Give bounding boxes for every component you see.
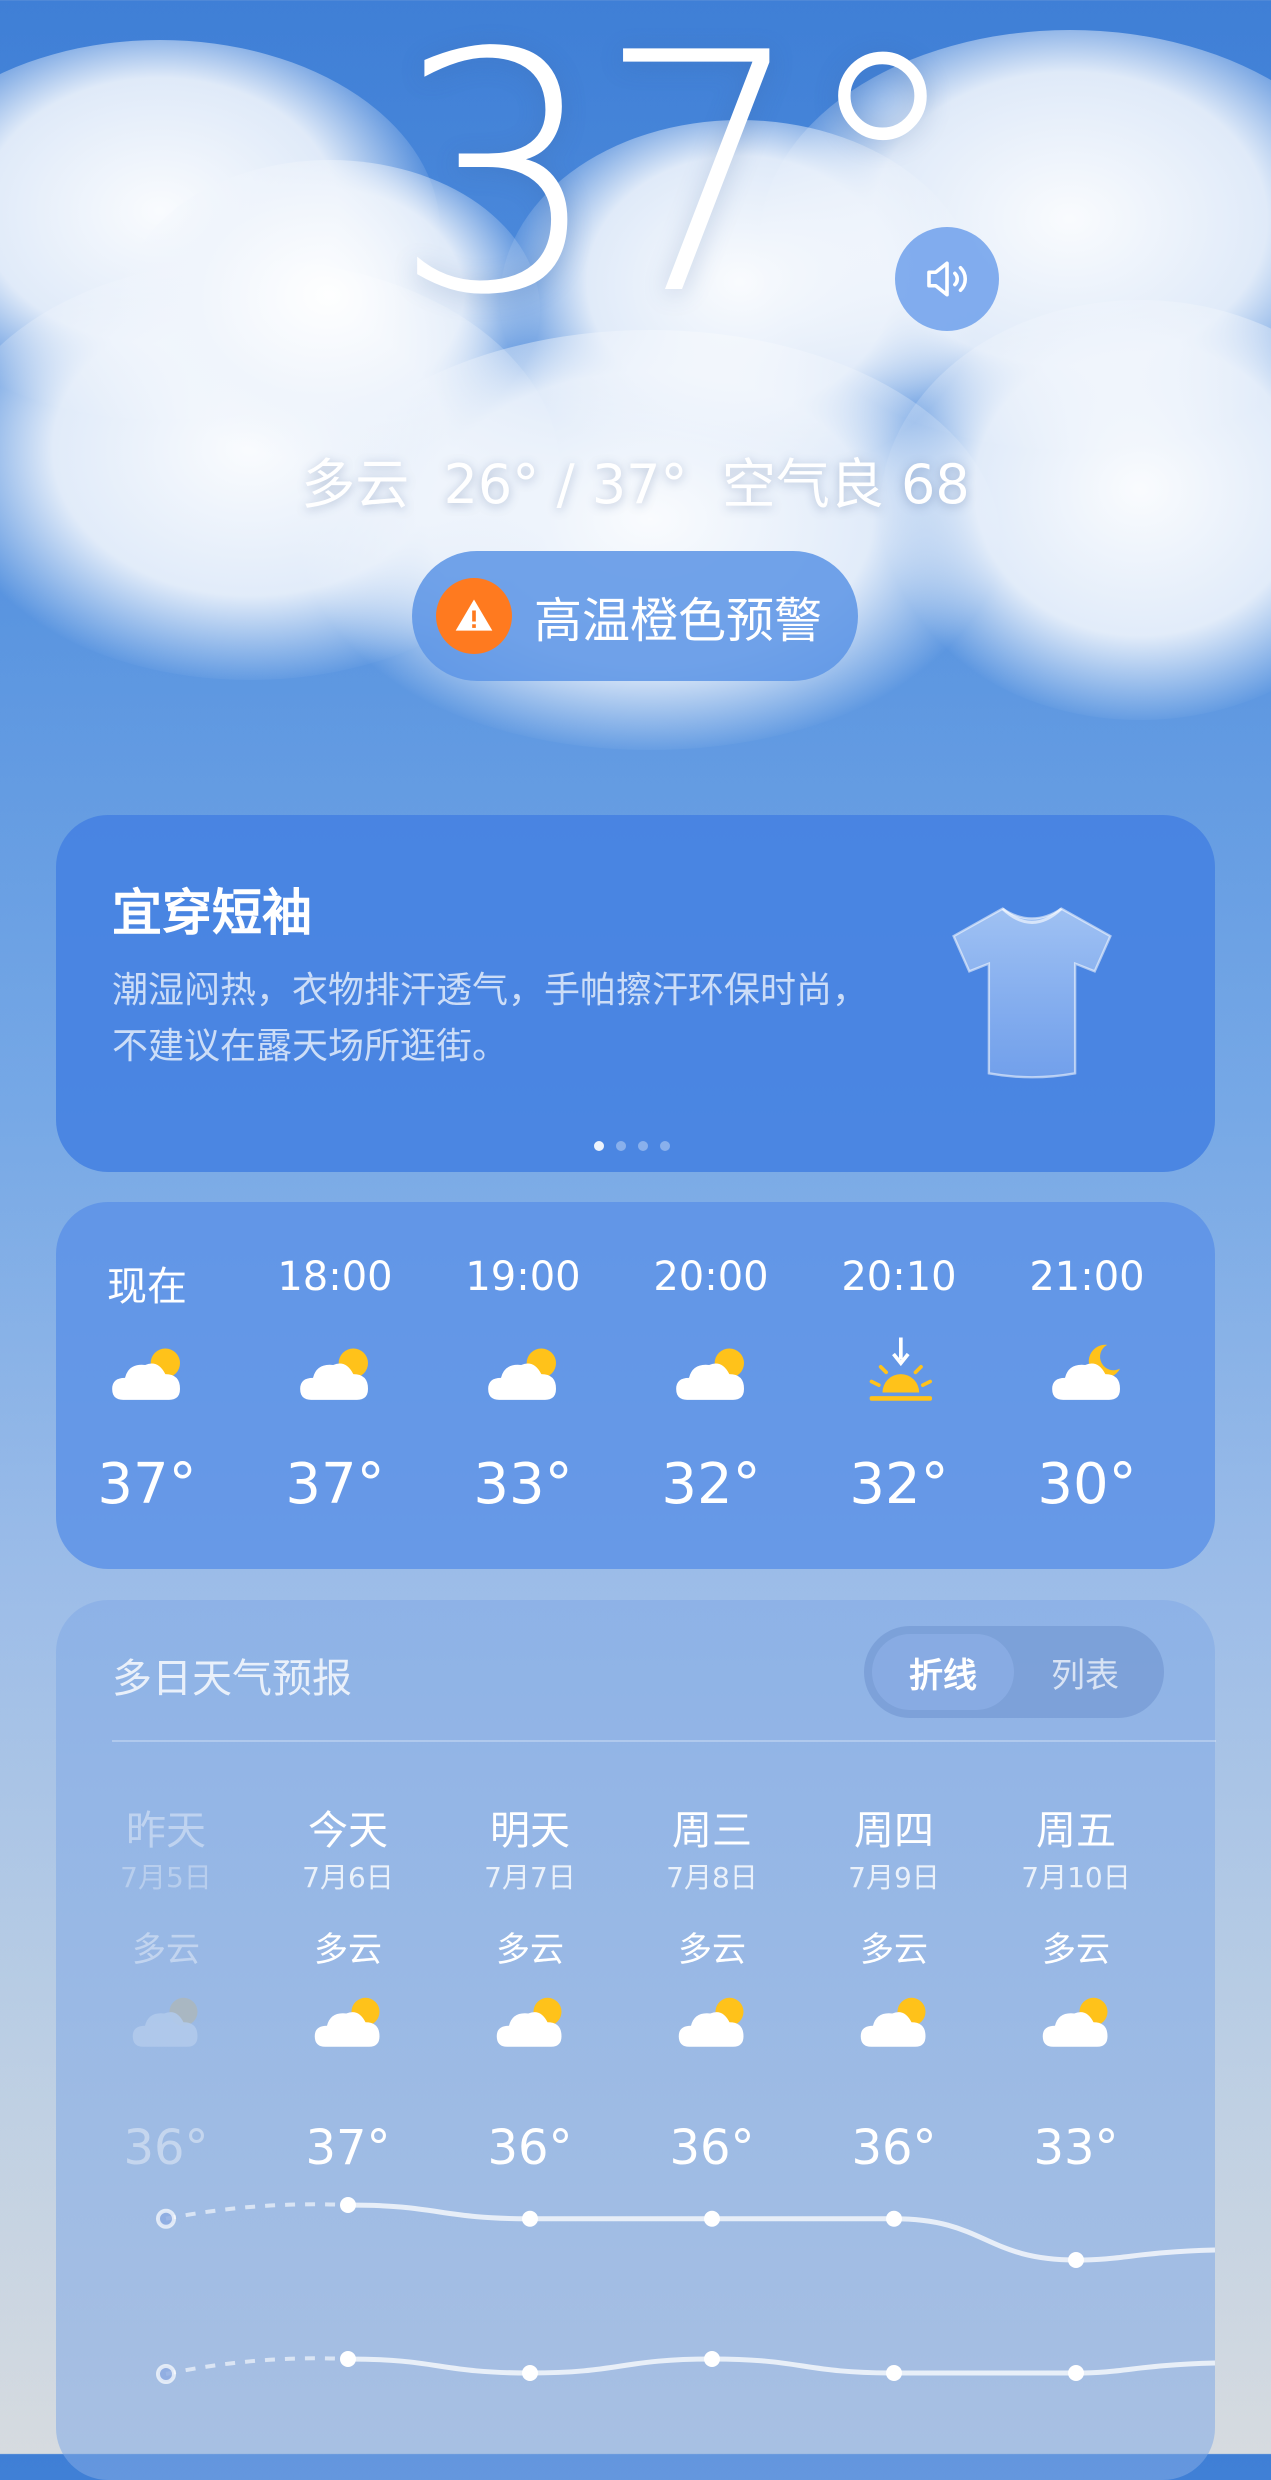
hourly-time: 21:00 <box>1029 1254 1145 1300</box>
low-temperature-point <box>340 2351 356 2367</box>
hourly-temperature: 30° <box>1037 1452 1137 1517</box>
cloudy-sun-icon <box>103 1332 191 1424</box>
weather-summary[interactable]: 多云 26° / 37° 空气良 68 <box>0 440 1271 519</box>
high-temperature-point <box>1068 2252 1084 2268</box>
carousel-dot <box>616 1141 626 1151</box>
hourly-time: 20:10 <box>841 1254 957 1300</box>
sunset-icon <box>855 1332 943 1424</box>
hourly-temperature: 32° <box>849 1452 949 1517</box>
cloudy-sun-icon <box>479 1332 567 1424</box>
high-temperature-point <box>340 2197 356 2213</box>
high-temperature-point <box>886 2210 902 2227</box>
clothing-suggestion-card[interactable]: 宜穿短袖 潮湿闷热，衣物排汗透气，手帕擦汗环保时尚，不建议在露天场所逛街。 <box>56 815 1215 1172</box>
carousel-dot <box>638 1141 648 1151</box>
hourly-time: 现在 <box>107 1264 187 1310</box>
cloudy-sun-icon <box>291 1332 379 1424</box>
hourly-time: 20:00 <box>653 1254 769 1300</box>
high-temperature-past-segment <box>165 2202 349 2221</box>
alert-label: 高温橙色预警 <box>534 593 823 649</box>
hourly-temperature: 37° <box>285 1452 385 1517</box>
hourly-temperature: 32° <box>661 1452 761 1517</box>
speaker-icon <box>927 261 968 297</box>
high-temperature-point <box>156 2208 176 2229</box>
low-temperature-point <box>1068 2365 1084 2381</box>
carousel-dot <box>594 1141 604 1151</box>
hourly-forecast-card[interactable]: 现在 37° 18:00 37° 19:00 33° 20:00 32° 20:10 32° 21:… <box>56 1202 1215 1569</box>
cloudy-moon-icon <box>1043 1332 1131 1424</box>
carousel-dot <box>660 1141 670 1151</box>
daily-forecast-card[interactable]: 多日天气预报 折线 列表 昨天 7月5日 多云 36° 今天 7月6日 多云 37° 明天 7月7… <box>56 1600 1216 2480</box>
clothing-title: 宜穿短袖 <box>112 884 312 942</box>
low-temperature-point <box>886 2365 902 2381</box>
current-temperature: 37° <box>392 0 965 367</box>
temperature-trend-chart <box>156 2197 1215 2384</box>
low-temperature-point <box>156 2364 176 2384</box>
warning-icon <box>436 578 512 654</box>
low-temperature-point <box>704 2351 720 2367</box>
high-temperature-point <box>522 2210 538 2227</box>
cloudy-sun-icon <box>667 1332 755 1424</box>
low-temperature-line <box>347 2356 1215 2376</box>
weather-alert-button[interactable]: 高温橙色预警 <box>412 551 858 681</box>
hourly-time: 19:00 <box>465 1254 581 1300</box>
clothing-description: 潮湿闷热，衣物排汗透气，手帕擦汗环保时尚，不建议在露天场所逛街。 <box>112 970 869 1067</box>
hourly-temperature: 33° <box>473 1452 573 1517</box>
low-temperature-past-segment <box>165 2356 349 2376</box>
high-temperature-line <box>347 2202 1215 2263</box>
tshirt-icon <box>952 907 1112 1079</box>
voice-broadcast-button[interactable] <box>895 227 999 331</box>
hourly-temperature: 37° <box>97 1452 197 1517</box>
hourly-time: 18:00 <box>277 1254 393 1300</box>
low-temperature-point <box>522 2365 538 2381</box>
high-temperature-point <box>704 2210 720 2227</box>
carousel-indicator <box>594 1141 670 1151</box>
